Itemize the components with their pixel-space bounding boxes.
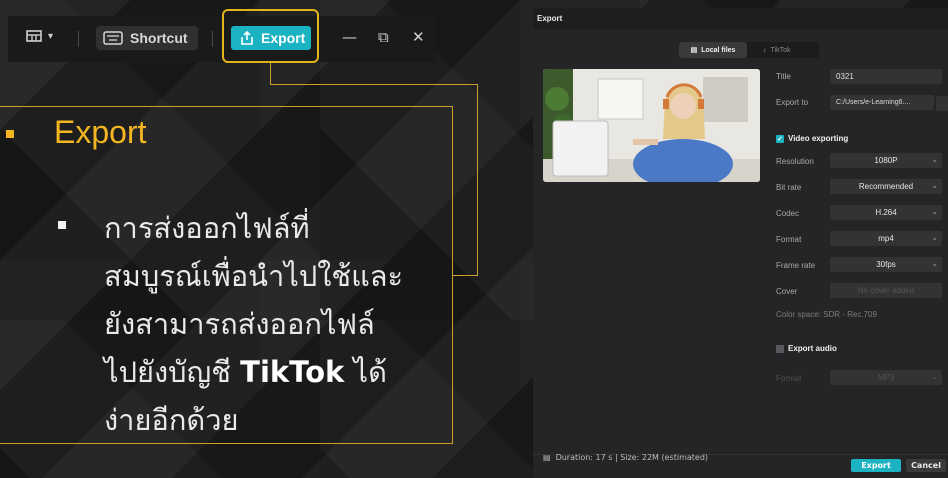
body-line: ง่ายอีกด้วย (104, 403, 239, 437)
body-line: การส่งออกไฟล์ที่ (104, 211, 310, 245)
body-line: สมบูรณ์เพื่อนำไปใช้และ (104, 259, 404, 293)
dialog-title: Export (537, 14, 563, 23)
chevron-down-icon: ▾ (48, 30, 54, 42)
chevron-down-icon: ⌄ (931, 181, 938, 190)
title-input[interactable]: 0321 (830, 69, 942, 84)
film-icon: ▤ (543, 453, 551, 462)
tiktok-icon: ♪ (763, 46, 767, 54)
framerate-label: Frame rate (776, 261, 816, 270)
title-label: Title (776, 72, 791, 81)
minimize-icon[interactable]: — (342, 28, 357, 46)
callout-line (452, 275, 478, 276)
callout-line (270, 84, 478, 85)
cover-select[interactable]: No cover added (830, 283, 942, 298)
divider (78, 31, 79, 47)
bitrate-value: Recommended (858, 182, 914, 191)
callout-line (477, 84, 478, 276)
format-value: mp4 (878, 234, 894, 243)
checkbox-checked-icon: ✓ (776, 134, 784, 143)
codec-label: Codec (776, 209, 800, 218)
export-path-input[interactable]: C:/Users/e-Learning6.... (830, 95, 934, 110)
bitrate-label: Bit rate (776, 183, 802, 192)
video-section-label: Video exporting (788, 134, 849, 143)
format-select[interactable]: mp4 ⌄ (830, 231, 942, 246)
dialog-titlebar (533, 8, 948, 30)
dialog-export-button[interactable]: Export (851, 459, 901, 472)
checkbox-unchecked-icon (776, 344, 784, 353)
audio-format-value: MP3 (877, 373, 895, 382)
chevron-down-icon: ⌄ (931, 207, 938, 216)
dialog-cancel-button[interactable]: Cancel (906, 459, 946, 472)
framerate-select[interactable]: 30fps ⌄ (830, 257, 942, 272)
layout-selector[interactable]: ▾ (26, 30, 53, 42)
folder-icon[interactable] (936, 96, 948, 111)
audio-section-label: Export audio (788, 344, 837, 353)
bullet-marker (58, 221, 66, 229)
slide-body: การส่งออกไฟล์ที่ สมบูรณ์เพื่อนำไปใช้และ … (104, 204, 444, 444)
shortcut-button[interactable]: Shortcut (96, 26, 198, 50)
audio-format-select[interactable]: MP3 ⌄ (830, 370, 942, 385)
export-estimate: ▤ Duration: 17 s | Size: 22M (estimated) (543, 453, 708, 462)
tab-local-label: Local files (701, 46, 736, 54)
color-space-info: Color space: SDR - Rec.709 (776, 310, 877, 319)
video-preview-thumbnail (543, 69, 760, 182)
bullet-marker (6, 130, 14, 138)
cover-label: Cover (776, 287, 798, 296)
codec-value: H.264 (875, 208, 897, 217)
body-line: ไปยังบัญชี TikTok ได้ (104, 348, 444, 396)
shortcut-label: Shortcut (130, 30, 188, 46)
duration-size-text: Duration: 17 s | Size: 22M (estimated) (555, 453, 709, 462)
export-dialog: Export ▤ Local files ♪ TikTok Title 0321… (533, 8, 948, 478)
chevron-down-icon: ⌄ (931, 372, 938, 381)
slide-heading: Export (54, 114, 147, 150)
body-text-span: ได้ (344, 355, 387, 389)
restore-icon[interactable]: ⧉ (378, 28, 389, 46)
divider (212, 31, 213, 47)
export-highlight-frame (222, 9, 319, 63)
export-to-label: Export to (776, 98, 809, 107)
preview-image (543, 69, 760, 182)
chevron-down-icon: ⌄ (931, 259, 938, 268)
video-exporting-toggle[interactable]: ✓ Video exporting (776, 134, 848, 143)
keyboard-icon (103, 31, 123, 45)
export-destination-tabs: ▤ Local files ♪ TikTok (679, 42, 819, 58)
tiktok-emphasis: TikTok (240, 355, 345, 389)
tab-tiktok[interactable]: ♪ TikTok (757, 42, 817, 58)
framerate-value: 30fps (876, 260, 896, 269)
film-icon: ▤ (690, 47, 698, 54)
format-label: Format (776, 235, 802, 244)
body-line: ยังสามารถส่งออกไฟล์ (104, 307, 375, 341)
callout-line (270, 63, 271, 85)
export-audio-toggle[interactable]: Export audio (776, 344, 837, 353)
tab-local-files[interactable]: ▤ Local files (679, 42, 747, 58)
resolution-value: 1080P (874, 156, 898, 165)
tab-tiktok-label: TikTok (770, 46, 791, 54)
codec-select[interactable]: H.264 ⌄ (830, 205, 942, 220)
body-text-span: ไปยังบัญชี (104, 355, 241, 389)
bitrate-select[interactable]: Recommended ⌄ (830, 179, 942, 194)
resolution-label: Resolution (776, 157, 814, 166)
audio-format-label: Format (776, 374, 802, 383)
close-icon[interactable]: ✕ (412, 28, 425, 46)
chevron-down-icon: ⌄ (931, 233, 938, 242)
resolution-select[interactable]: 1080P ⌄ (830, 153, 942, 168)
layout-grid-icon (26, 30, 42, 42)
chevron-down-icon: ⌄ (931, 155, 938, 164)
